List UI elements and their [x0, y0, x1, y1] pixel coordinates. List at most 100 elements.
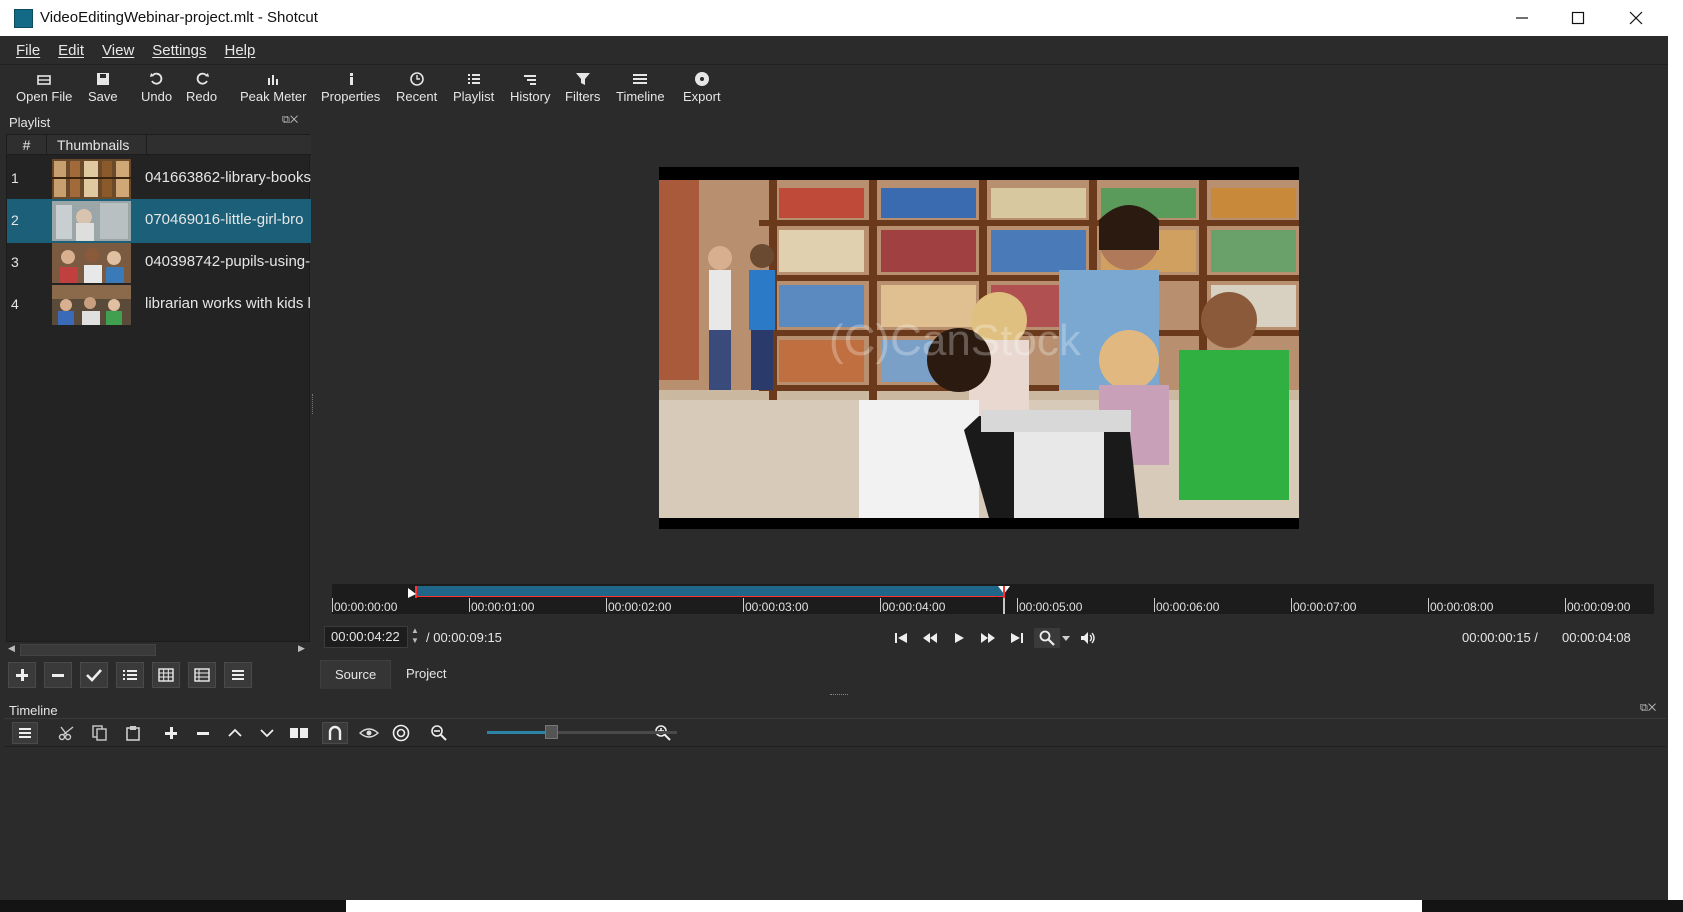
- magnet-icon: [328, 725, 342, 740]
- tab-project[interactable]: Project: [392, 660, 460, 688]
- timeline-button[interactable]: Timeline: [616, 69, 665, 104]
- fast-forward-button[interactable]: [977, 628, 999, 648]
- timeline-dock-title: Timeline: [9, 703, 58, 718]
- chevron-down-icon: [1062, 636, 1070, 641]
- zoom-slider-handle[interactable]: [545, 725, 558, 739]
- undo-button[interactable]: Undo: [141, 69, 172, 104]
- detailed-view-button[interactable]: [116, 662, 144, 688]
- playlist-row[interactable]: 1 041663862-library-books: [7, 157, 311, 201]
- zoom-slider-fill: [487, 731, 551, 734]
- redo-button[interactable]: Redo: [186, 69, 217, 104]
- split-at-playhead-button[interactable]: [286, 722, 312, 744]
- playlist-row-selected[interactable]: 2 070469016-little-girl-bro: [7, 199, 311, 243]
- paste-button[interactable]: [120, 722, 146, 744]
- magnifier-icon: [1039, 630, 1055, 646]
- recent-label: Recent: [396, 89, 438, 104]
- zoom-button[interactable]: [1034, 628, 1060, 648]
- ripple-toggle-button[interactable]: [388, 722, 414, 744]
- menu-help[interactable]: Help: [224, 42, 255, 59]
- position-timecode-input[interactable]: 00:00:04:22: [324, 626, 408, 648]
- maximize-button[interactable]: [1550, 0, 1606, 36]
- spin-up-icon[interactable]: ▲: [411, 626, 419, 635]
- lift-button[interactable]: [222, 722, 248, 744]
- zoom-out-button[interactable]: [426, 722, 452, 744]
- scrub-while-dragging-button[interactable]: [356, 722, 382, 744]
- overwrite-button[interactable]: [254, 722, 280, 744]
- volume-button[interactable]: [1078, 628, 1100, 648]
- chevron-down-icon: [260, 729, 274, 738]
- playlist-row[interactable]: 3 040398742-pupils-using-: [7, 241, 311, 285]
- menu-settings[interactable]: Settings: [152, 42, 206, 59]
- recent-button[interactable]: Recent: [396, 69, 437, 104]
- tick-mark: [880, 598, 881, 612]
- filters-button[interactable]: Filters: [565, 69, 600, 104]
- playlist-row[interactable]: 4 librarian works with kids l: [7, 283, 311, 327]
- undo-icon: [149, 72, 162, 85]
- scrollbar-thumb[interactable]: [20, 644, 156, 656]
- table-view-icon: [194, 668, 210, 682]
- playlist-clip-name: librarian works with kids l: [145, 295, 311, 312]
- timeline-tracks-area[interactable]: [4, 746, 1666, 898]
- export-label: Export: [683, 89, 721, 104]
- close-button[interactable]: [1608, 0, 1664, 36]
- tick-mark: [1428, 598, 1429, 612]
- zoom-dropdown-button[interactable]: [1060, 628, 1072, 648]
- icon-view-button[interactable]: [188, 662, 216, 688]
- playlist-menu-button[interactable]: [224, 662, 252, 688]
- timecode-spinner[interactable]: ▲ ▼: [408, 626, 422, 648]
- minimize-icon: [1516, 17, 1528, 19]
- playlist-button[interactable]: Playlist: [453, 69, 494, 104]
- scissors-icon: [58, 726, 74, 741]
- timeline-menu-button[interactable]: [12, 722, 38, 744]
- filter-icon: [575, 73, 590, 85]
- update-playlist-button[interactable]: [80, 662, 108, 688]
- save-label: Save: [88, 89, 118, 104]
- properties-button[interactable]: Properties: [321, 69, 380, 104]
- menu-view[interactable]: View: [102, 42, 134, 59]
- skip-to-start-button[interactable]: [890, 628, 912, 648]
- playlist-dock-controls[interactable]: ⧉✕: [282, 114, 298, 127]
- rewind-button[interactable]: [919, 628, 941, 648]
- thumbnail-image: [52, 159, 131, 199]
- history-button[interactable]: History: [510, 69, 550, 104]
- menu-file[interactable]: File: [16, 42, 40, 59]
- menu-edit[interactable]: Edit: [58, 42, 84, 59]
- cut-button[interactable]: [54, 722, 80, 744]
- timeline-dock-controls[interactable]: ⧉✕: [1640, 702, 1656, 715]
- history-label: History: [510, 89, 551, 104]
- desktop-background: [1668, 0, 1683, 912]
- shotcut-app-icon: [14, 9, 33, 28]
- ripple-delete-button[interactable]: [190, 722, 216, 744]
- open-file-icon: [37, 75, 51, 85]
- scroll-right-arrow-icon[interactable]: ▶: [298, 643, 305, 654]
- peak-meter-icon: [268, 75, 279, 85]
- tiled-view-button[interactable]: [152, 662, 180, 688]
- remove-from-playlist-button[interactable]: [44, 662, 72, 688]
- horizontal-splitter-handle[interactable]: [830, 694, 848, 696]
- chevron-up-icon: [228, 728, 242, 737]
- tick-label: 00:00:03:00: [745, 600, 809, 614]
- minimize-button[interactable]: [1494, 0, 1550, 36]
- export-button[interactable]: Export: [683, 69, 721, 104]
- scroll-left-arrow-icon[interactable]: ◀: [8, 643, 15, 654]
- spin-down-icon[interactable]: ▼: [411, 636, 419, 645]
- skip-to-end-button[interactable]: [1006, 628, 1028, 648]
- column-header-thumbnails[interactable]: Thumbnails: [47, 135, 147, 155]
- playlist-horizontal-scrollbar[interactable]: ◀ ▶: [6, 642, 310, 658]
- tick-label: 00:00:06:00: [1156, 600, 1220, 614]
- export-icon: [694, 72, 709, 86]
- play-button[interactable]: [948, 628, 970, 648]
- eye-icon: [359, 728, 379, 738]
- peak-meter-button[interactable]: Peak Meter: [240, 69, 306, 104]
- add-to-playlist-button[interactable]: [8, 662, 36, 688]
- snap-toggle-button[interactable]: [322, 722, 348, 744]
- save-button[interactable]: Save: [88, 69, 118, 104]
- open-file-button[interactable]: Open File: [16, 69, 72, 104]
- column-header-number[interactable]: #: [7, 135, 47, 155]
- append-button[interactable]: [158, 722, 184, 744]
- video-preview-image[interactable]: (C)CanStock: [659, 180, 1299, 518]
- copy-button[interactable]: [87, 722, 113, 744]
- minus-icon: [52, 674, 64, 677]
- tab-source[interactable]: Source: [320, 660, 392, 689]
- tick-mark: [1154, 598, 1155, 612]
